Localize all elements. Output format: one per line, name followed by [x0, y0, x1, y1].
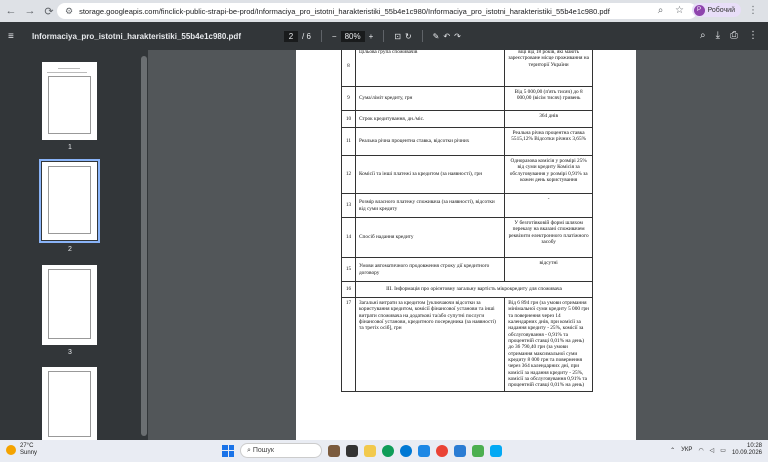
pdf-page: 8 Цільова група споживачів віці від 18 р… [296, 50, 636, 440]
page-controls: 2 / 6 − 80% + ⊡ ↻ ✎ ↶ ↷ [284, 30, 461, 42]
search-placeholder: Пошук [252, 447, 274, 454]
language-indicator[interactable]: УКР [681, 447, 692, 453]
table-row: 11 Реальна річна процентна ставка, відсо… [341, 127, 593, 156]
page-number-input[interactable]: 2 [284, 30, 298, 42]
pdf-filename: Informaciya_pro_istotni_harakteristiki_5… [32, 31, 241, 41]
task-view-icon[interactable] [346, 444, 358, 457]
site-info-icon[interactable]: ⚙ [65, 6, 73, 17]
divider [383, 30, 385, 42]
table-row: 13 Розмір власного платежу споживача (за… [341, 193, 593, 218]
temperature: 27°C [20, 443, 34, 449]
browser-app-icon[interactable] [436, 444, 448, 457]
sidebar-scrollbar[interactable] [140, 50, 148, 440]
chrome-icon[interactable] [382, 444, 394, 457]
more-actions-icon[interactable]: ⋮ [748, 30, 758, 41]
profile-label: Робочий [707, 6, 735, 14]
page-total: / 6 [302, 31, 311, 41]
chevron-up-icon[interactable]: ⌃ [670, 447, 675, 454]
annotate-icon[interactable]: ✎ [433, 32, 440, 41]
redo-icon[interactable]: ↷ [454, 32, 461, 41]
print-icon[interactable]: ⎙ [730, 30, 738, 41]
more-menu-icon[interactable]: ⋮ [746, 5, 760, 16]
table-row: 9 Сума/ліміт кредиту, грн Від 5 000,00 (… [341, 86, 593, 111]
reload-icon[interactable]: ⟳ [41, 3, 57, 19]
taskbar-search[interactable]: ⌕ Пошук [240, 443, 322, 458]
profile-button[interactable]: Р Робочий [691, 3, 741, 17]
rotate-icon[interactable]: ↻ [405, 32, 412, 41]
taskbar-apps: ⌕ Пошук [222, 443, 502, 458]
bookmark-star-icon[interactable]: ☆ [673, 5, 687, 16]
edge-icon[interactable] [400, 444, 412, 457]
forward-icon[interactable]: → [22, 3, 38, 19]
download-icon[interactable]: ⤓ [716, 30, 720, 41]
credit-info-table: 8 Цільова група споживачів віці від 18 р… [341, 50, 594, 392]
thumbnail-page-2[interactable] [39, 159, 100, 243]
search-icon[interactable]: ⌕ [700, 30, 706, 41]
undo-icon[interactable]: ↶ [443, 32, 450, 41]
table-row: 14 Спосіб надання кредиту У безготівкові… [341, 217, 593, 258]
table-row: 16 III. Інформація про орієнтовну загаль… [341, 281, 594, 298]
divider [421, 30, 423, 42]
battery-icon[interactable]: ▭ [720, 447, 726, 454]
windows-taskbar: 27°C Sunny ⌕ Пошук ⌃ УКР ◠ ◁ ▭ 10:28 10.… [0, 440, 768, 462]
thumbnail-number: 1 [68, 144, 72, 151]
thumbnail-page-3[interactable] [42, 265, 97, 345]
wifi-icon[interactable]: ◠ [698, 447, 703, 454]
weather-widget[interactable]: 27°C Sunny [6, 443, 37, 456]
clock[interactable]: 10:28 10.09.2026 [732, 443, 762, 457]
thumbnail-page-4[interactable] [42, 367, 97, 440]
system-tray: ⌃ УКР ◠ ◁ ▭ 10:28 10.09.2026 [670, 443, 762, 457]
hamburger-menu-icon[interactable]: ≡ [8, 31, 22, 42]
copilot-icon[interactable] [328, 444, 340, 457]
section-heading: III. Інформація про орієнтовну загальну … [354, 281, 594, 298]
thumbnail-page-1[interactable] [42, 62, 97, 140]
table-row: 12 Комісії та інші платежі за кредитом (… [341, 155, 593, 194]
back-icon[interactable]: ← [3, 3, 19, 19]
sun-icon [6, 444, 16, 455]
avatar: Р [693, 4, 705, 16]
zoom-input[interactable]: 80% [340, 30, 365, 42]
outlook-icon[interactable] [454, 444, 466, 457]
pdf-viewer: 8 Цільова група споживачів віці від 18 р… [148, 50, 768, 440]
volume-icon[interactable]: ◁ [710, 447, 715, 454]
file-explorer-icon[interactable] [364, 444, 376, 457]
date: 10.09.2026 [731, 450, 762, 457]
thumbnail-sidebar: 1 2 3 [0, 50, 140, 440]
time: 10:28 [746, 443, 762, 449]
table-row: 15 Умови автоматичного продовження строк… [341, 257, 593, 282]
fit-page-icon[interactable]: ⊡ [394, 32, 401, 41]
url-text: storage.googleapis.com/finclick-public-s… [79, 6, 610, 16]
table-row: 17 Загальні витрати за кредитом [уключаю… [341, 297, 593, 392]
zoom-out-icon[interactable]: − [332, 32, 337, 41]
address-bar[interactable]: ⚙ storage.googleapis.com/finclick-public… [57, 3, 697, 19]
zoom-in-icon[interactable]: + [369, 32, 374, 41]
divider [320, 30, 322, 42]
thumbnail-number: 3 [68, 349, 72, 356]
zoom-icon[interactable]: ⌕ [654, 5, 668, 16]
weather-condition: Sunny [20, 449, 38, 456]
browser-toolbar: ← → ⟳ ⚙ storage.googleapis.com/finclick-… [0, 0, 768, 22]
telegram-icon[interactable] [490, 444, 502, 457]
table-row: 8 Цільова група споживачів віці від 18 р… [341, 50, 593, 87]
app-icon[interactable] [472, 444, 484, 457]
windows-start-icon[interactable] [222, 444, 234, 457]
thumbnail-number: 2 [68, 246, 72, 253]
store-icon[interactable] [418, 444, 430, 457]
pdf-toolbar: ≡ Informaciya_pro_istotni_harakteristiki… [0, 22, 768, 50]
table-row: 10 Строк кредитування, дн./міс. 364 днів [341, 110, 593, 128]
